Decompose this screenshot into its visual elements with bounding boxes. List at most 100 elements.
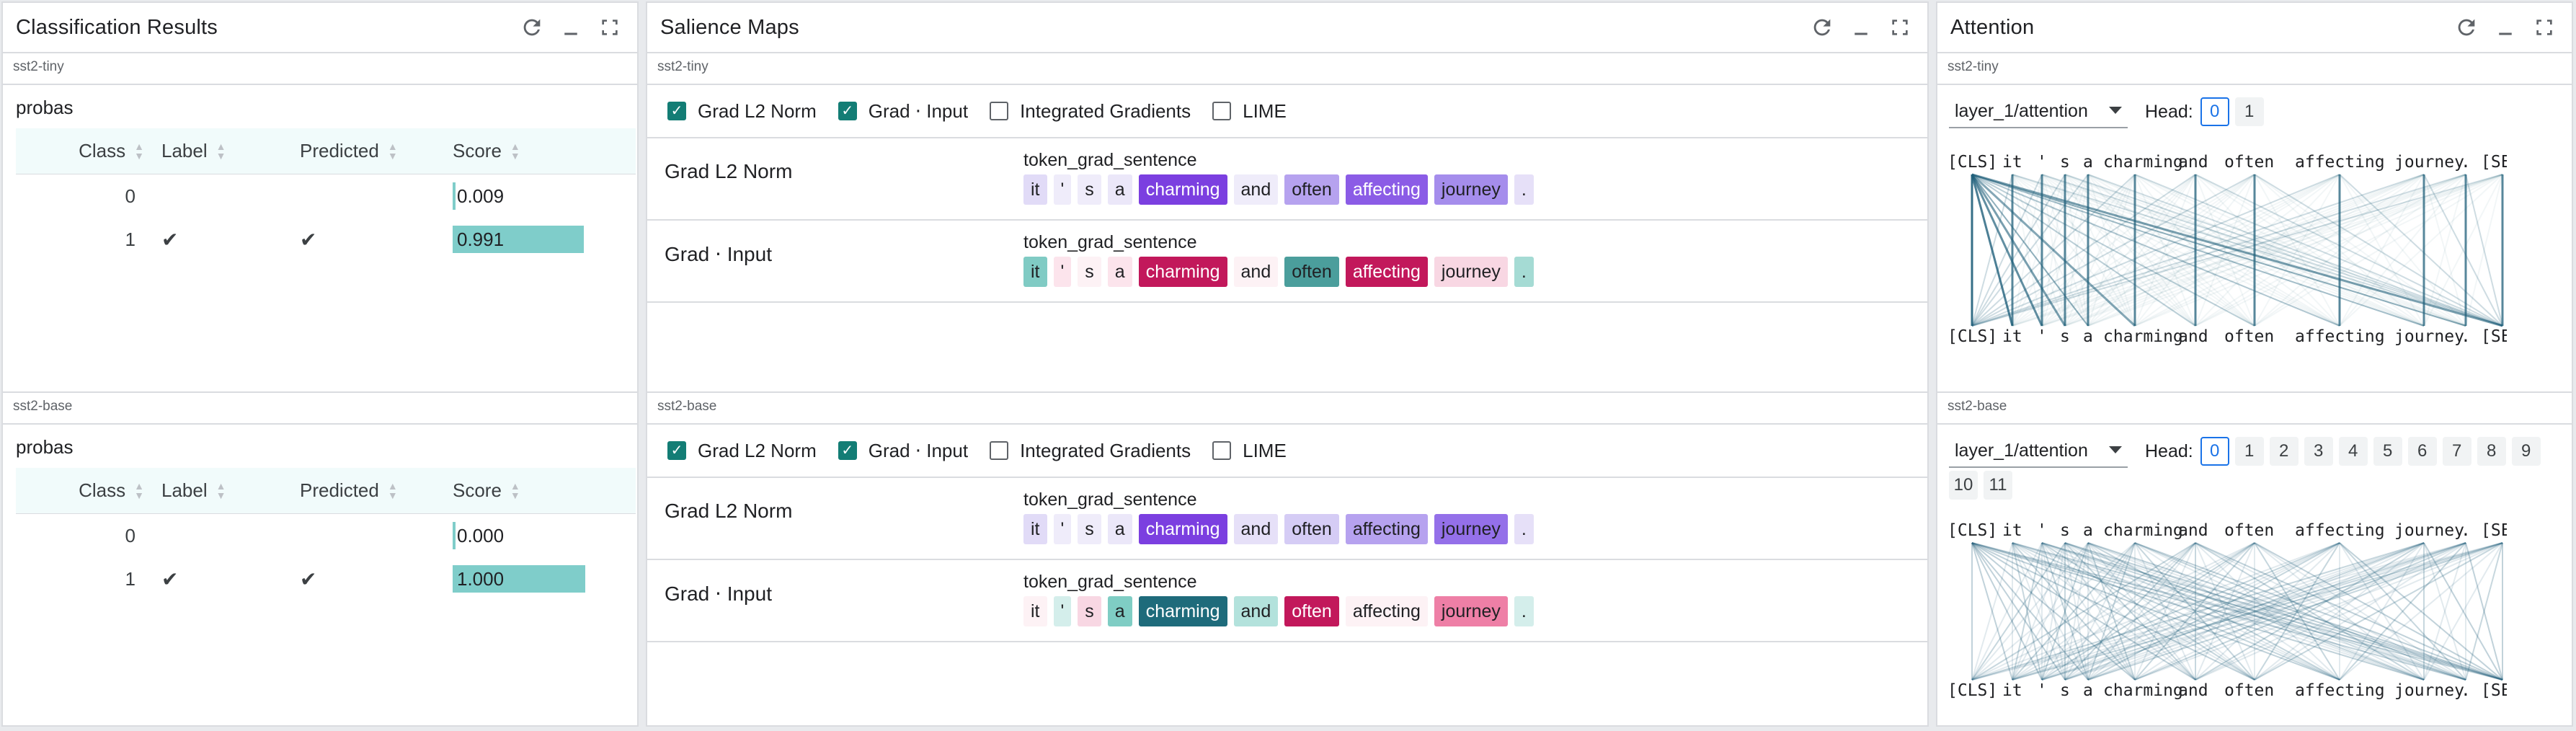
sort-icon[interactable]: ▲ ▼	[510, 141, 520, 161]
sort-icon[interactable]: ▲ ▼	[388, 141, 398, 161]
checkbox-checked-icon[interactable]: ✓	[667, 102, 686, 120]
method-checkbox[interactable]: LIME	[1212, 440, 1287, 462]
sort-icon[interactable]: ▲ ▼	[388, 481, 398, 500]
salience-token[interactable]: journey	[1434, 257, 1508, 287]
salience-token[interactable]: charming	[1138, 257, 1227, 287]
method-checkbox[interactable]: ✓ Grad ⋅ Input	[838, 440, 968, 462]
attention-target-token[interactable]: [SEP]	[2481, 681, 2507, 700]
salience-token[interactable]: affecting	[1345, 174, 1428, 205]
head-button[interactable]: 6	[2407, 437, 2437, 466]
salience-token[interactable]: .	[1514, 596, 1534, 626]
attention-target-token[interactable]: s	[2060, 327, 2070, 346]
salience-token[interactable]: .	[1514, 174, 1534, 205]
sort-icon[interactable]: ▲ ▼	[216, 141, 226, 161]
salience-token[interactable]: journey	[1434, 174, 1508, 205]
head-button[interactable]: 9	[2511, 437, 2541, 466]
salience-token[interactable]: affecting	[1345, 596, 1428, 626]
attention-target-token[interactable]: [CLS]	[1947, 327, 1997, 346]
attention-target-token[interactable]: '	[2037, 681, 2047, 700]
sort-icon[interactable]: ▲ ▼	[216, 481, 226, 500]
layer-select[interactable]: layer_1/attention	[1949, 95, 2128, 128]
salience-token[interactable]: charming	[1138, 174, 1227, 205]
salience-token[interactable]: s	[1078, 174, 1101, 205]
head-button[interactable]: 8	[2477, 437, 2506, 466]
salience-token[interactable]: a	[1107, 596, 1132, 626]
salience-token[interactable]: and	[1233, 596, 1279, 626]
attention-target-token[interactable]: it	[2002, 327, 2022, 346]
method-checkbox[interactable]: Integrated Gradients	[990, 100, 1191, 123]
attention-source-token[interactable]: .	[2461, 521, 2471, 540]
salience-token[interactable]: often	[1284, 514, 1339, 544]
head-button[interactable]: 2	[2269, 437, 2299, 466]
attention-target-token[interactable]: .	[2461, 681, 2471, 700]
attention-target-token[interactable]: '	[2037, 327, 2047, 346]
salience-token[interactable]: it	[1023, 596, 1047, 626]
head-button[interactable]: 10	[1949, 471, 1978, 500]
sort-icon[interactable]: ▲ ▼	[134, 141, 144, 161]
method-checkbox[interactable]: ✓ Grad L2 Norm	[667, 440, 817, 462]
column-header[interactable]: Label ▲ ▼	[144, 479, 284, 502]
salience-token[interactable]: and	[1233, 257, 1279, 287]
attention-source-token[interactable]: often	[2224, 153, 2274, 172]
attention-source-token[interactable]: affecting	[2295, 521, 2385, 540]
column-header[interactable]: Label ▲ ▼	[144, 140, 284, 162]
salience-token[interactable]: charming	[1138, 514, 1227, 544]
head-button[interactable]: 1	[2234, 97, 2264, 126]
head-button[interactable]: 0	[2200, 437, 2229, 466]
checkbox-checked-icon[interactable]: ✓	[838, 441, 857, 460]
attention-target-token[interactable]: affecting	[2295, 327, 2385, 346]
attention-source-token[interactable]: a	[2083, 153, 2093, 172]
head-button[interactable]: 3	[2304, 437, 2333, 466]
attention-target-token[interactable]: charming	[2103, 681, 2183, 700]
attention-source-token[interactable]: [CLS]	[1947, 521, 1997, 540]
head-button[interactable]: 4	[2338, 437, 2368, 466]
checkbox-unchecked-icon[interactable]	[1212, 441, 1232, 460]
salience-token[interactable]: often	[1284, 257, 1339, 287]
salience-token[interactable]: s	[1078, 596, 1101, 626]
attention-source-token[interactable]: s	[2060, 153, 2070, 172]
method-checkbox[interactable]: ✓ Grad L2 Norm	[667, 100, 817, 123]
checkbox-unchecked-icon[interactable]	[990, 441, 1009, 460]
refresh-icon[interactable]	[518, 13, 546, 42]
column-header[interactable]: Predicted ▲ ▼	[284, 140, 437, 162]
column-header[interactable]: Score ▲ ▼	[437, 479, 636, 502]
salience-token[interactable]: affecting	[1345, 257, 1428, 287]
attention-target-token[interactable]: often	[2224, 681, 2274, 700]
salience-token[interactable]: '	[1053, 514, 1072, 544]
salience-token[interactable]: '	[1053, 174, 1072, 205]
attention-source-token[interactable]: '	[2037, 153, 2047, 172]
attention-source-token[interactable]: a	[2083, 521, 2093, 540]
attention-target-token[interactable]: often	[2224, 327, 2274, 346]
attention-source-token[interactable]: s	[2060, 521, 2070, 540]
salience-token[interactable]: s	[1078, 257, 1101, 287]
salience-token[interactable]: often	[1284, 596, 1339, 626]
salience-token[interactable]: journey	[1434, 514, 1508, 544]
sort-icon[interactable]: ▲ ▼	[134, 481, 144, 500]
salience-token[interactable]: .	[1514, 514, 1534, 544]
salience-token[interactable]: it	[1023, 257, 1047, 287]
salience-token[interactable]: journey	[1434, 596, 1508, 626]
attention-source-token[interactable]: it	[2002, 153, 2022, 172]
salience-token[interactable]: a	[1107, 514, 1132, 544]
attention-source-token[interactable]: journey	[2394, 521, 2464, 540]
attention-target-token[interactable]: [SEP]	[2481, 327, 2507, 346]
attention-source-token[interactable]: [SEP]	[2481, 521, 2507, 540]
attention-target-token[interactable]: a	[2083, 327, 2093, 346]
attention-source-token[interactable]: charming	[2103, 521, 2183, 540]
column-header[interactable]: Predicted ▲ ▼	[284, 479, 437, 502]
attention-target-token[interactable]: [CLS]	[1947, 681, 1997, 700]
column-header[interactable]: Score ▲ ▼	[437, 140, 636, 162]
attention-source-token[interactable]: .	[2461, 153, 2471, 172]
attention-target-token[interactable]: journey	[2394, 681, 2464, 700]
minimize-icon[interactable]	[1847, 13, 1875, 42]
salience-token[interactable]: a	[1107, 257, 1132, 287]
salience-token[interactable]: '	[1053, 596, 1072, 626]
column-header[interactable]: Class ▲ ▼	[16, 479, 144, 502]
head-button[interactable]: 7	[2442, 437, 2471, 466]
minimize-icon[interactable]	[2491, 13, 2520, 42]
sort-icon[interactable]: ▲ ▼	[510, 481, 520, 500]
checkbox-unchecked-icon[interactable]	[990, 102, 1009, 120]
method-checkbox[interactable]: LIME	[1212, 100, 1287, 123]
fullscreen-icon[interactable]	[595, 13, 624, 42]
attention-source-token[interactable]: affecting	[2295, 153, 2385, 172]
